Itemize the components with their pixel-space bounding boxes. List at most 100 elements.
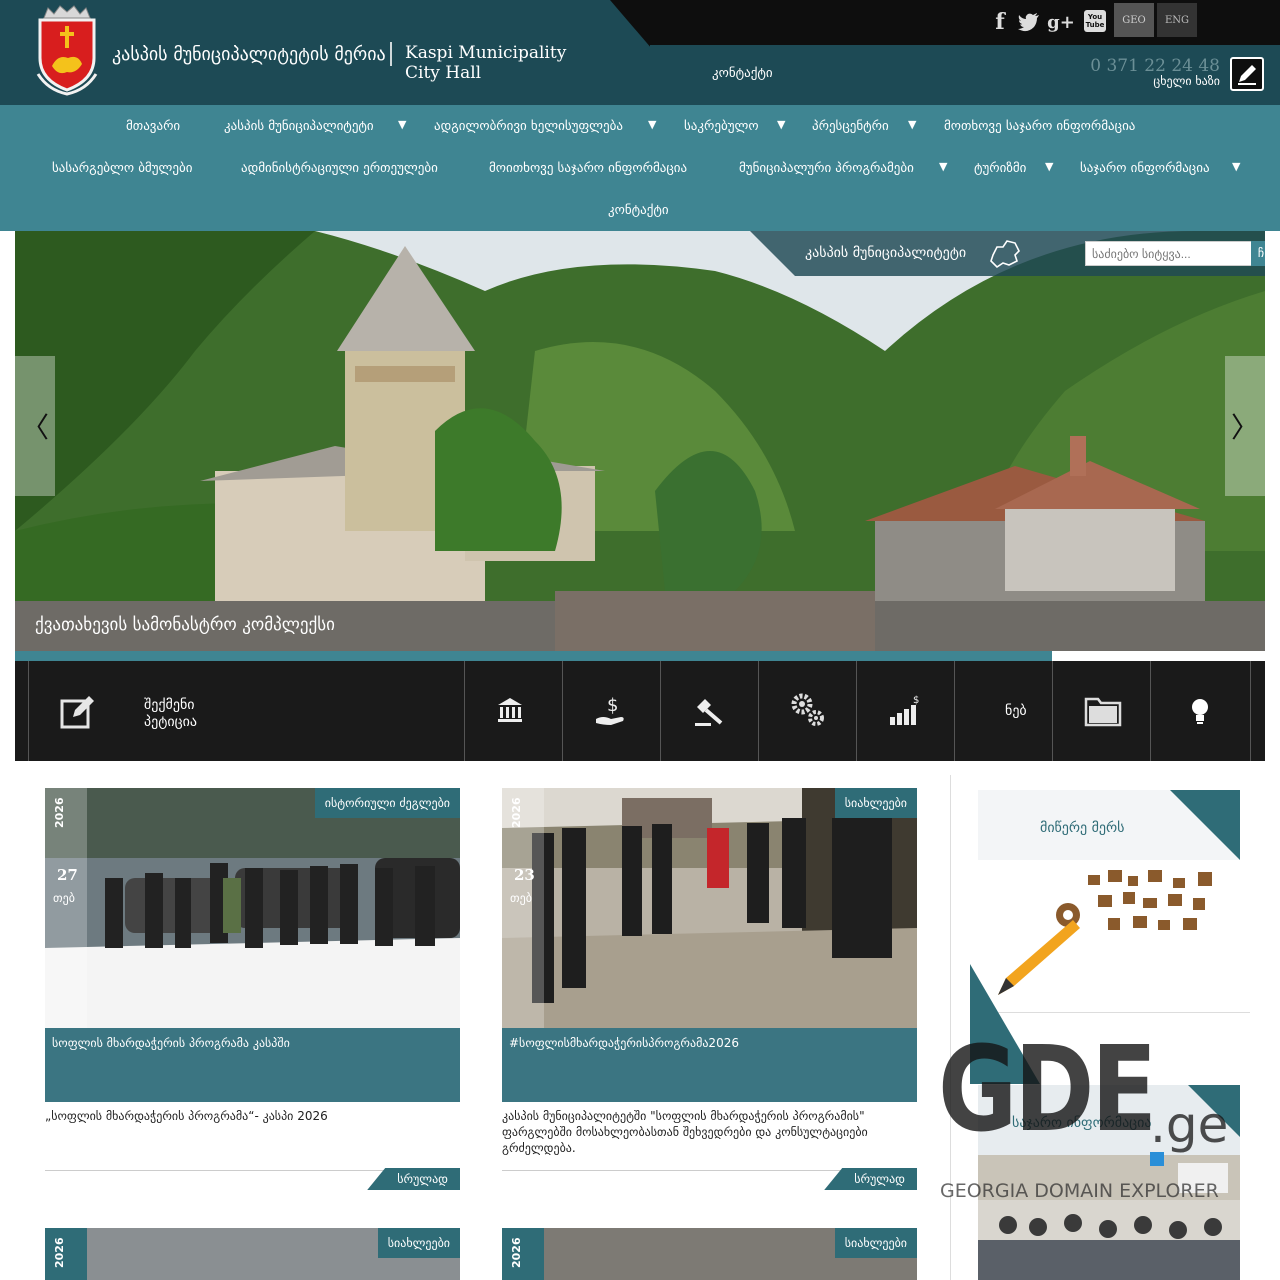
chevron-down-icon[interactable]: ▼ — [398, 118, 406, 131]
pen-icon — [1238, 65, 1256, 85]
news-day: 23 — [514, 866, 535, 884]
quick-tile-finance[interactable]: $ — [856, 661, 954, 761]
gde-watermark: GDE .ge GEORGIA DOMAIN EXPLORER — [938, 1024, 1248, 1202]
chevron-down-icon[interactable]: ▼ — [939, 160, 947, 173]
nav-useful-links[interactable]: სასარგებლო ბმულები — [52, 161, 192, 176]
news-photo[interactable]: 2026 27 თებ ისტორიული ძეგლები — [45, 788, 460, 1028]
news-card[interactable]: 2026 სიახლეები — [45, 1228, 460, 1280]
site-title-georgian[interactable]: კასპის მუნიციპალიტეტის მერია — [112, 44, 386, 65]
header-contact-link[interactable]: კონტაქტი — [712, 66, 773, 81]
nav-public-info[interactable]: საჯარო ინფორმაცია — [1080, 161, 1210, 176]
search-button[interactable]: ჩ — [1251, 241, 1265, 266]
coins-chart-icon: $ — [890, 695, 919, 725]
read-more-button[interactable]: სრულად — [824, 1168, 917, 1190]
news-category-tag[interactable]: სიახლეები — [834, 1228, 917, 1258]
news-photo[interactable]: 2026 სიახლეები — [45, 1228, 460, 1280]
nav-admin-units[interactable]: ადმინისტრაციული ერთეულები — [241, 161, 438, 176]
nav-tourism[interactable]: ტურიზმი — [974, 161, 1026, 176]
map-outline-icon — [990, 240, 1020, 269]
quick-tile-budget[interactable]: $ — [562, 661, 660, 761]
nav-local-government[interactable]: ადგილობრივი ხელისუფლება — [434, 119, 623, 134]
google-plus-icon[interactable]: g+ — [1047, 8, 1075, 36]
news-photo[interactable]: 2026 23 თებ სიახლეები — [502, 788, 917, 1028]
gavel-icon — [695, 699, 723, 726]
site-title-english[interactable]: Kaspi Municipality City Hall — [405, 43, 595, 83]
news-category-tag[interactable]: სიახლეები — [377, 1228, 460, 1258]
lightbulb-icon — [1192, 699, 1208, 724]
chevron-down-icon[interactable]: ▼ — [777, 118, 785, 131]
petition-tile[interactable]: შექმენი პეტიცია — [28, 661, 464, 761]
lang-eng[interactable]: ENG — [1157, 3, 1197, 37]
nav-contact[interactable]: კონტაქტი — [608, 203, 669, 218]
title-separator — [390, 42, 392, 66]
quick-tile-documents[interactable] — [1052, 661, 1150, 761]
twitter-icon[interactable] — [1017, 8, 1041, 36]
news-day: 27 — [57, 866, 78, 884]
news-card[interactable]: 2026 23 თებ სიახლეები #სოფლისმხარდაჭერის… — [502, 788, 917, 1190]
slider-progress-strip — [15, 651, 1052, 661]
section-label[interactable]: კასპის მუნიციპალიტეტი — [805, 245, 966, 261]
chevron-down-icon[interactable]: ▼ — [908, 118, 916, 131]
news-card[interactable]: 2026 27 თებ ისტორიული ძეგლები სოფლის მხა… — [45, 788, 460, 1190]
permits-label: ნებ — [1005, 703, 1027, 719]
youtube-icon[interactable]: You Tube — [1084, 10, 1106, 32]
chevron-down-icon[interactable]: ▼ — [1045, 160, 1053, 173]
watermark-tagline: GEORGIA DOMAIN EXPLORER — [940, 1180, 1219, 1202]
petition-label-1: შექმენი — [144, 697, 195, 713]
bank-building-icon — [498, 698, 522, 722]
quick-tile-services[interactable] — [758, 661, 856, 761]
watermark-dot — [1150, 1152, 1164, 1166]
news-description: კასპის მუნიციპალიტეტში "სოფლის მხარდაჭერ… — [502, 1109, 868, 1155]
money-hand-icon: $ — [596, 695, 624, 725]
hotline-phone: 0 371 22 24 48 — [1090, 56, 1220, 76]
svg-text:$: $ — [913, 695, 919, 706]
search-input[interactable] — [1085, 241, 1254, 266]
chevron-down-icon[interactable]: ▼ — [648, 118, 656, 131]
chevron-down-icon[interactable]: ▼ — [1232, 160, 1240, 173]
slider-prev-button[interactable]: 〈 — [15, 356, 55, 496]
slide-caption[interactable]: ქვათახევის სამონასტრო კომპლექსი — [35, 615, 335, 635]
nav-programs[interactable]: მუნიციპალური პროგრამები — [739, 161, 914, 176]
write-to-mayor-title[interactable]: მიწერე მერს — [1040, 820, 1125, 836]
news-weekday: თებ — [510, 891, 532, 905]
divider — [970, 1012, 1250, 1013]
news-year: 2026 — [53, 1237, 66, 1268]
read-more-button[interactable]: სრულად — [367, 1168, 460, 1190]
news-year: 2026 — [510, 1237, 523, 1268]
nav-home[interactable]: მთავარი — [126, 119, 180, 134]
quick-tile-institution[interactable] — [464, 661, 562, 761]
nav-municipality[interactable]: კასპის მუნიციპალიტეტი — [224, 119, 374, 134]
hero-slider: კასპის მუნიციპალიტეტი ჩ 〈 〉 ქვათახევის ს… — [15, 231, 1265, 651]
write-to-mayor-widget[interactable]: მიწერე მერს — [978, 790, 1240, 1006]
news-description: „სოფლის მხარდაჭერის პროგრამა“- კასპი 202… — [45, 1109, 328, 1123]
date-strip — [45, 788, 87, 1028]
news-title[interactable]: სოფლის მხარდაჭერის პროგრამა კასპში — [45, 1028, 460, 1102]
quick-tile-tenders[interactable] — [660, 661, 758, 761]
group-photo-village — [502, 788, 917, 1028]
quick-tile-ideas[interactable] — [1150, 661, 1251, 761]
nav-request-info[interactable]: მოთხოვე საჯარო ინფორმაცია — [944, 119, 1135, 134]
news-title[interactable]: #სოფლისმხარდაჭერისპროგრამა2026 — [502, 1028, 917, 1102]
date-strip — [45, 1228, 87, 1280]
nav-request-public-info[interactable]: მოითხოვე საჯარო ინფორმაცია — [489, 161, 687, 176]
quick-tile-permits[interactable]: ნებ — [954, 661, 1052, 761]
gears-icon — [791, 693, 824, 726]
news-weekday: თებ — [53, 891, 75, 905]
news-photo[interactable]: 2026 სიახლეები — [502, 1228, 917, 1280]
news-category-tag[interactable]: ისტორიული ძეგლები — [314, 788, 460, 818]
edit-icon — [60, 696, 94, 729]
watermark-tld: .ge — [1150, 1096, 1229, 1154]
nav-council[interactable]: საკრებულო — [684, 119, 759, 134]
write-button[interactable] — [1230, 57, 1264, 91]
coat-of-arms-logo[interactable] — [34, 4, 100, 96]
date-strip — [502, 1228, 544, 1280]
quick-links-bar: შექმენი პეტიცია $ $ ნებ — [15, 661, 1265, 761]
nav-press-center[interactable]: პრესცენტრი — [812, 119, 889, 134]
lang-geo[interactable]: GEO — [1114, 3, 1154, 37]
svg-text:$: $ — [607, 695, 618, 716]
slider-next-button[interactable]: 〉 — [1225, 356, 1265, 496]
facebook-icon[interactable]: f — [990, 8, 1010, 36]
news-year: 2026 — [510, 797, 523, 828]
news-category-tag[interactable]: სიახლეები — [834, 788, 917, 818]
news-card[interactable]: 2026 სიახლეები — [502, 1228, 917, 1280]
